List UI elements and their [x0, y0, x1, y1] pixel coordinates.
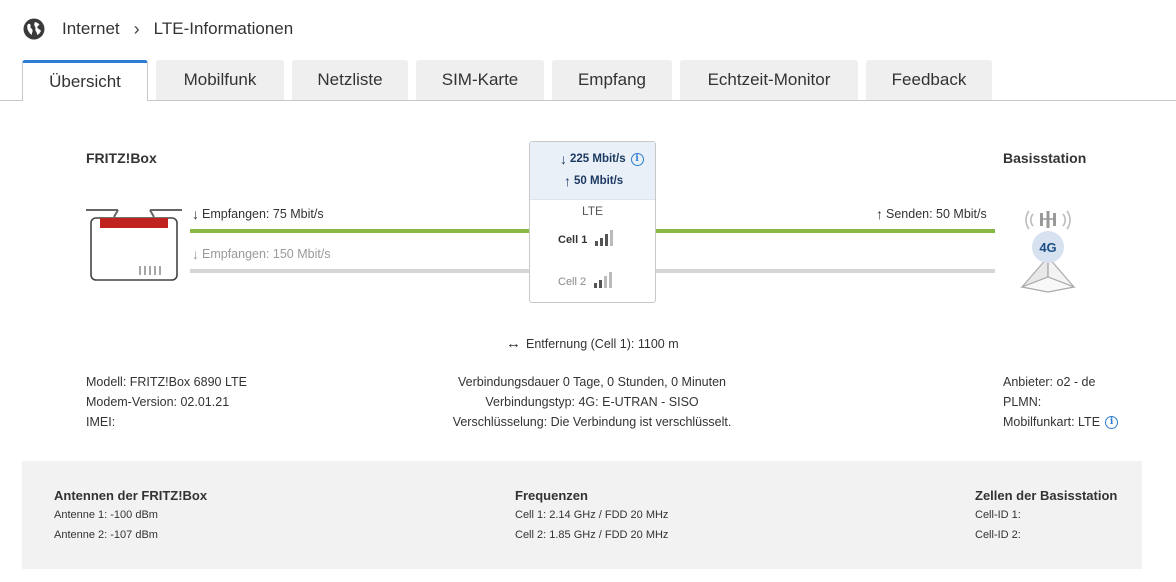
encryption-status: Verschlüsselung: Die Verbindung ist vers…: [452, 415, 732, 429]
breadcrumb-current: LTE-Informationen: [153, 19, 294, 38]
antenna-1: Antenne 1: -100 dBm: [54, 509, 158, 521]
antenna-2: Antenne 2: -107 dBm: [54, 529, 158, 541]
antennas-title: Antennen der FRITZ!Box: [54, 488, 208, 503]
info-icon[interactable]: i: [1105, 415, 1119, 429]
tab-mobilfunk[interactable]: Mobilfunk: [156, 60, 284, 100]
signal-bars-icon: [594, 270, 613, 288]
downstream-rate-text: 225 Mbit/s: [570, 153, 626, 165]
frequency-cell-2: Cell 2: 1.85 GHz / FDD 20 MHz: [515, 529, 669, 541]
connection-type: Verbindungstyp: 4G: E-UTRAN - SISO: [485, 395, 699, 409]
chevron-right-icon: ›: [133, 18, 140, 39]
info-icon[interactable]: i: [630, 152, 644, 166]
connection-line-cell2-left: [190, 269, 530, 273]
footer-panel: Antennen der FRITZ!Box Antenne 1: -100 d…: [22, 461, 1142, 569]
cell2-label: Cell 2: [558, 276, 587, 288]
tab-sim-karte[interactable]: SIM-Karte: [416, 60, 544, 100]
tx-text: Senden: 50 Mbit/s: [886, 207, 987, 221]
breadcrumb-internet[interactable]: Internet: [62, 19, 120, 39]
arrow-down-icon: ↓: [560, 151, 567, 167]
plmn-text: PLMN:: [1003, 395, 1042, 409]
upstream-rate: ↑ 50 Mbit/s: [564, 173, 623, 189]
arrow-down-icon: ↓: [192, 246, 199, 262]
connection-line-cell2-right: [656, 269, 995, 273]
frequencies-title: Frequenzen: [515, 488, 588, 503]
mobile-mode-text: Mobilfunkart: LTE: [1003, 415, 1101, 429]
tab-uebersicht[interactable]: Übersicht: [22, 60, 148, 101]
rx-secondary-label: ↓ Empfangen: 150 Mbit/s: [192, 246, 331, 262]
globe-icon: [23, 18, 45, 40]
signal-bars-icon: [595, 228, 614, 246]
connection-line-cell1-left: [190, 229, 530, 233]
tx-label: ↑ Senden: 50 Mbit/s: [876, 206, 987, 222]
rx-primary-text: Empfangen: 75 Mbit/s: [202, 207, 324, 221]
provider-details: Anbieter: o2 - de PLMN: Mobilfunkart: LT…: [1003, 372, 1119, 432]
tech-label: LTE: [581, 204, 604, 218]
rx-secondary-text: Empfangen: 150 Mbit/s: [202, 247, 331, 261]
distance-label: ↔ Entfernung (Cell 1): 1100 m: [506, 335, 679, 352]
fritzbox-router-icon: [86, 209, 182, 281]
throughput-panel: ↓ 225 Mbit/s i ↑ 50 Mbit/s: [530, 142, 655, 200]
cell-id-2: Cell-ID 2:: [975, 529, 1021, 541]
frequency-cell-1: Cell 1: 2.14 GHz / FDD 20 MHz: [515, 509, 669, 521]
fritzbox-title: FRITZ!Box: [86, 150, 157, 166]
distance-text: Entfernung (Cell 1): 1100 m: [526, 336, 679, 351]
tab-empfang[interactable]: Empfang: [552, 60, 672, 100]
connection-line-cell1-right: [656, 229, 995, 233]
connection-details: Verbindungsdauer 0 Tage, 0 Stunden, 0 Mi…: [392, 372, 792, 432]
breadcrumb: Internet › LTE-Informationen: [22, 16, 293, 42]
model-text: Modell: FRITZ!Box 6890 LTE: [86, 375, 247, 389]
arrows-horizontal-icon: ↔: [506, 335, 521, 352]
cells-title: Zellen der Basisstation: [975, 488, 1118, 503]
tab-bar: Übersicht Mobilfunk Netzliste SIM-Karte …: [22, 60, 1000, 101]
cell1-row: Cell 1: [558, 228, 614, 246]
provider-text: Anbieter: o2 - de: [1003, 375, 1096, 389]
upstream-rate-text: 50 Mbit/s: [574, 175, 624, 187]
connection-duration: Verbindungsdauer 0 Tage, 0 Stunden, 0 Mi…: [457, 375, 727, 389]
mobile-mode-row: Mobilfunkart: LTE i: [1003, 412, 1119, 432]
device-details: Modell: FRITZ!Box 6890 LTE Modem-Version…: [86, 372, 247, 432]
cell1-label: Cell 1: [558, 234, 588, 246]
tab-echtzeit-monitor[interactable]: Echtzeit-Monitor: [680, 60, 858, 100]
lte-summary-box: ↓ 225 Mbit/s i ↑ 50 Mbit/s LTE Cell 1 Ce…: [529, 141, 656, 303]
cell-id-1: Cell-ID 1:: [975, 509, 1021, 521]
basestation-title: Basisstation: [1003, 150, 1087, 166]
arrow-up-icon: ↑: [564, 173, 571, 189]
tab-netzliste[interactable]: Netzliste: [292, 60, 408, 100]
modem-version-text: Modem-Version: 02.01.21: [86, 395, 230, 409]
arrow-down-icon: ↓: [192, 206, 199, 222]
network-badge: 4G: [1039, 239, 1057, 255]
downstream-rate: ↓ 225 Mbit/s i: [560, 151, 644, 167]
tab-feedback[interactable]: Feedback: [866, 60, 992, 100]
imei-text: IMEI:: [86, 415, 116, 429]
arrow-up-icon: ↑: [876, 206, 883, 222]
cell2-row: Cell 2: [558, 270, 613, 288]
rx-primary-label: ↓ Empfangen: 75 Mbit/s: [192, 206, 324, 222]
